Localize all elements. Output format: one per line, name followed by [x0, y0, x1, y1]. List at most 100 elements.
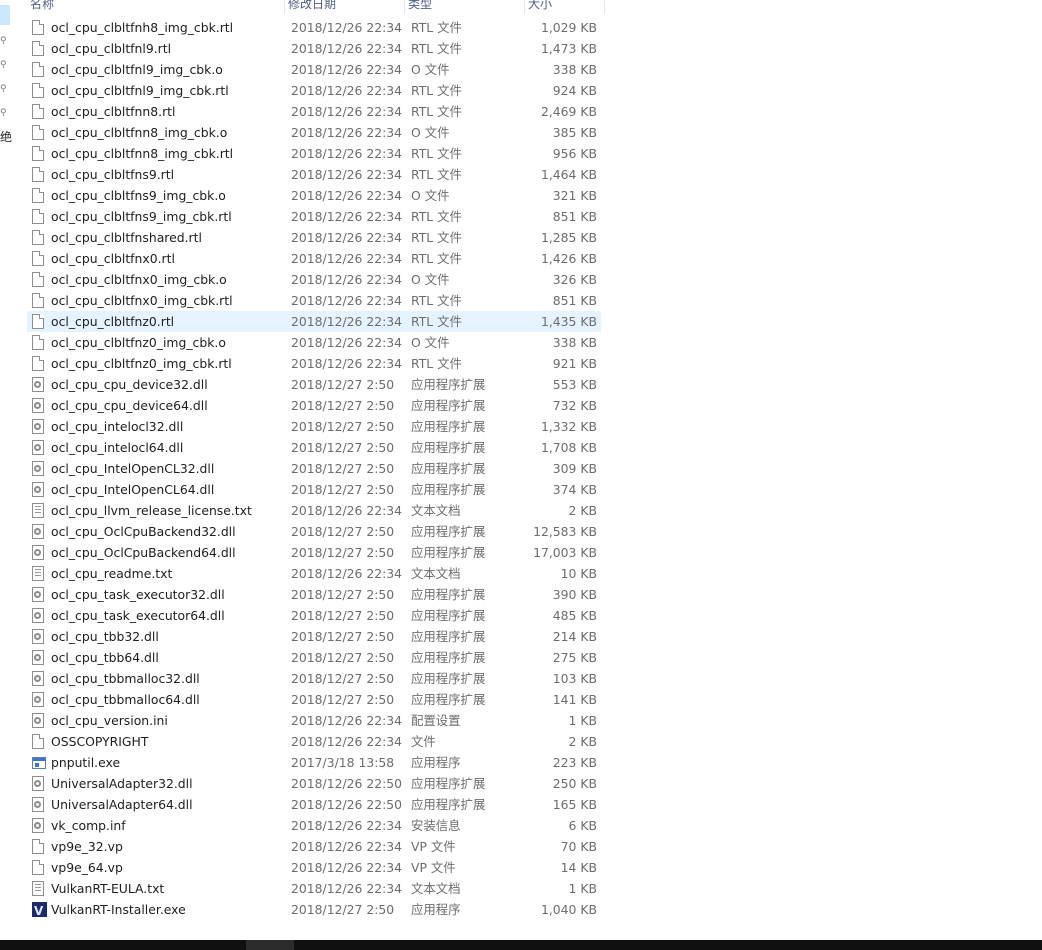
file-row[interactable]: ocl_cpu_IntelOpenCL64.dll 2018/12/27 2:50… — [27, 479, 601, 500]
file-icon — [32, 314, 46, 330]
file-row[interactable]: ocl_cpu_clbltfns9_img_cbk.o 2018/12/26 22… — [27, 185, 601, 206]
file-row[interactable]: VulkanRT-Installer.exe 2018/12/27 2:50 应用程… — [27, 899, 601, 922]
file-row[interactable]: ocl_cpu_clbltfnz0_img_cbk.o 2018/12/26 22… — [27, 332, 601, 353]
file-size: 10 KB — [560, 566, 597, 581]
column-header-size[interactable]: 大小 — [525, 0, 605, 14]
file-type: VP 文件 — [411, 839, 456, 854]
file-modified-date: 2018/12/27 2:50 — [291, 671, 395, 686]
nav-selected-item[interactable] — [0, 5, 10, 25]
file-row[interactable]: ocl_cpu_readme.txt 2018/12/26 22:34 文本文档 10… — [27, 563, 601, 584]
file-type: 应用程序扩展 — [411, 671, 486, 686]
dll-icon — [32, 440, 46, 456]
file-row[interactable]: ocl_cpu_clbltfnn8_img_cbk.rtl 2018/12/26 … — [27, 143, 601, 164]
file-row[interactable]: UniversalAdapter32.dll 2018/12/26 22:50 应用… — [27, 773, 601, 794]
file-row[interactable]: ocl_cpu_clbltfnz0.rtl 2018/12/26 22:34 RTL… — [27, 311, 601, 332]
file-row[interactable]: vk_comp.inf 2018/12/26 22:34 安装信息 6 KB — [27, 815, 601, 836]
file-type: 应用程序扩展 — [411, 776, 486, 791]
file-modified-date: 2018/12/27 2:50 — [291, 377, 395, 392]
file-size: 1,029 KB — [540, 20, 597, 35]
file-row[interactable]: ocl_cpu_clbltfnl9.rtl 2018/12/26 22:34 RTL… — [27, 38, 601, 59]
file-row[interactable]: ocl_cpu_clbltfnn8_img_cbk.o 2018/12/26 22… — [27, 122, 601, 143]
nav-item-label[interactable]: 绝 — [0, 128, 12, 145]
pin-icon[interactable]: ⚲ — [0, 60, 8, 70]
file-row[interactable]: ocl_cpu_version.ini 2018/12/26 22:34 配置设置 1… — [27, 710, 601, 731]
text-file-icon-shape — [32, 503, 44, 518]
file-row[interactable]: ocl_cpu_OclCpuBackend64.dll 2018/12/27 2:… — [27, 542, 601, 563]
file-type: 安装信息 — [411, 818, 461, 833]
file-size: 326 KB — [552, 272, 597, 287]
file-row[interactable]: ocl_cpu_clbltfnx0.rtl 2018/12/26 22:34 RTL… — [27, 248, 601, 269]
file-name: ocl_cpu_OclCpuBackend64.dll — [51, 545, 236, 560]
file-row[interactable]: ocl_cpu_clbltfnx0_img_cbk.rtl 2018/12/26 … — [27, 290, 601, 311]
file-type: 应用程序扩展 — [411, 524, 486, 539]
file-name: VulkanRT-EULA.txt — [51, 881, 165, 896]
file-row[interactable]: ocl_cpu_tbb64.dll 2018/12/27 2:50 应用程序扩展 27… — [27, 647, 601, 668]
file-row[interactable]: ocl_cpu_intelocl64.dll 2018/12/27 2:50 应用程… — [27, 437, 601, 458]
file-row[interactable]: ocl_cpu_clbltfnx0_img_cbk.o 2018/12/26 22… — [27, 269, 601, 290]
file-row[interactable]: ocl_cpu_OclCpuBackend32.dll 2018/12/27 2:… — [27, 521, 601, 542]
file-row[interactable]: ocl_cpu_tbb32.dll 2018/12/27 2:50 应用程序扩展 21… — [27, 626, 601, 647]
file-row[interactable]: ocl_cpu_intelocl32.dll 2018/12/27 2:50 应用程… — [27, 416, 601, 437]
file-row[interactable]: ocl_cpu_task_executor64.dll 2018/12/27 2:… — [27, 605, 601, 626]
file-row[interactable]: ocl_cpu_clbltfnshared.rtl 2018/12/26 22:3… — [27, 227, 601, 248]
dll-icon — [32, 671, 46, 687]
file-row[interactable]: ocl_cpu_clbltfns9_img_cbk.rtl 2018/12/26 … — [27, 206, 601, 227]
file-name: ocl_cpu_clbltfns9_img_cbk.rtl — [51, 209, 232, 224]
file-row[interactable]: ocl_cpu_tbbmalloc64.dll 2018/12/27 2:50 应用… — [27, 689, 601, 710]
file-row[interactable]: ocl_cpu_clbltfnl9_img_cbk.rtl 2018/12/26 … — [27, 80, 601, 101]
file-size: 17,003 KB — [533, 545, 597, 560]
file-icon-shape — [32, 167, 44, 182]
dll-icon-shape — [32, 398, 44, 413]
file-row[interactable]: ocl_cpu_clbltfnl9_img_cbk.o 2018/12/26 22… — [27, 59, 601, 80]
file-modified-date: 2018/12/26 22:34 — [291, 293, 403, 308]
file-row[interactable]: ocl_cpu_clbltfns9.rtl 2018/12/26 22:34 RTL… — [27, 164, 601, 185]
file-row[interactable]: ocl_cpu_clbltfnn8.rtl 2018/12/26 22:34 RTL… — [27, 101, 601, 122]
dll-icon — [32, 587, 46, 603]
pin-icon[interactable]: ⚲ — [0, 36, 8, 46]
file-row[interactable]: ocl_cpu_clbltfnh8_img_cbk.rtl 2018/12/26 … — [27, 17, 601, 38]
file-icon — [32, 272, 46, 288]
file-size: 956 KB — [552, 146, 597, 161]
file-icon — [32, 188, 46, 204]
file-icon — [32, 293, 46, 309]
column-header-type[interactable]: 类型 — [405, 0, 525, 14]
taskbar-button[interactable] — [246, 940, 294, 950]
dll-icon — [32, 461, 46, 477]
file-row[interactable]: OSSCOPYRIGHT 2018/12/26 22:34 文件 2 KB — [27, 731, 601, 752]
file-row[interactable]: UniversalAdapter64.dll 2018/12/26 22:50 应用… — [27, 794, 601, 815]
file-row[interactable]: ocl_cpu_llvm_release_license.txt 2018/12/… — [27, 500, 601, 521]
file-icon — [32, 41, 46, 57]
file-modified-date: 2018/12/27 2:50 — [291, 545, 395, 560]
column-header-name[interactable]: 名称 — [27, 0, 285, 14]
file-type: 应用程序扩展 — [411, 650, 486, 665]
dll-icon-shape — [32, 608, 44, 623]
pin-icon[interactable]: ⚲ — [0, 84, 8, 94]
file-row[interactable]: ocl_cpu_IntelOpenCL32.dll 2018/12/27 2:50… — [27, 458, 601, 479]
file-name: OSSCOPYRIGHT — [51, 734, 149, 749]
file-name: ocl_cpu_intelocl32.dll — [51, 419, 184, 434]
file-row[interactable]: pnputil.exe 2017/3/18 13:58 应用程序 223 KB — [27, 752, 601, 773]
file-row[interactable]: vp9e_64.vp 2018/12/26 22:34 VP 文件 14 KB — [27, 857, 601, 878]
file-row[interactable]: vp9e_32.vp 2018/12/26 22:34 VP 文件 70 KB — [27, 836, 601, 857]
file-size: 732 KB — [552, 398, 597, 413]
column-header-date[interactable]: 修改日期 — [285, 0, 405, 14]
file-row[interactable]: ocl_cpu_clbltfnz0_img_cbk.rtl 2018/12/26 … — [27, 353, 601, 374]
file-row[interactable]: ocl_cpu_tbbmalloc32.dll 2018/12/27 2:50 应用… — [27, 668, 601, 689]
file-type: 应用程序扩展 — [411, 587, 486, 602]
dll-icon-shape — [32, 419, 44, 434]
file-row[interactable]: ocl_cpu_cpu_device32.dll 2018/12/27 2:50 应… — [27, 374, 601, 395]
file-row[interactable]: ocl_cpu_task_executor32.dll 2018/12/27 2:… — [27, 584, 601, 605]
file-row[interactable]: VulkanRT-EULA.txt 2018/12/26 22:34 文本文档 1 K… — [27, 878, 601, 899]
file-type: 配置设置 — [411, 713, 461, 728]
file-size: 6 KB — [568, 818, 597, 833]
gear-icon — [34, 696, 41, 703]
file-icon-shape — [32, 230, 44, 245]
pin-icon[interactable]: ⚲ — [0, 108, 8, 118]
file-name: pnputil.exe — [51, 755, 121, 770]
file-type: 应用程序扩展 — [411, 461, 486, 476]
file-name: vp9e_64.vp — [51, 860, 123, 875]
dll-icon-shape — [32, 671, 44, 686]
file-icon — [32, 335, 46, 351]
file-modified-date: 2018/12/26 22:34 — [291, 335, 403, 350]
file-row[interactable]: ocl_cpu_cpu_device64.dll 2018/12/27 2:50 应… — [27, 395, 601, 416]
